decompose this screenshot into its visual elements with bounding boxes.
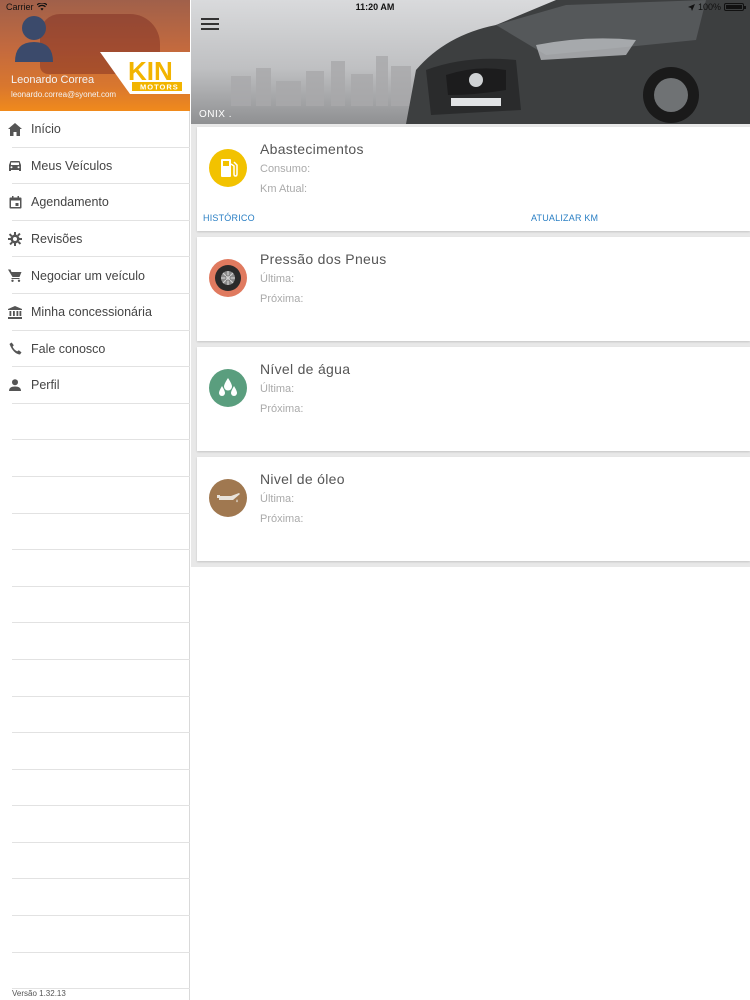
car-image <box>406 0 750 124</box>
gear-icon <box>8 232 22 247</box>
empty-row <box>0 806 190 843</box>
card-title: Nivel de óleo <box>260 471 345 487</box>
km-atual-label: Km Atual: <box>260 183 308 195</box>
status-bar: Carrier 11:20 AM 100% <box>0 0 750 14</box>
menu-item-perfil[interactable]: Perfil <box>0 367 190 404</box>
empty-row <box>0 770 190 807</box>
ultima-label: Última: <box>260 383 295 395</box>
menu-item-inicio[interactable]: Início <box>0 111 190 148</box>
menu-item-negociar-veiculo[interactable]: Negociar um veículo <box>0 257 190 294</box>
empty-row <box>0 477 190 514</box>
user-name: Leonardo Correa <box>11 74 95 86</box>
empty-row <box>0 916 190 953</box>
avatar[interactable] <box>15 14 53 62</box>
vehicle-name: ONIX . <box>199 109 233 120</box>
menu-item-label: Revisões <box>31 232 83 247</box>
menu-item-label: Negociar um veículo <box>31 268 145 283</box>
card-nivel-oleo[interactable]: Nivel de óleo Última: Próxima: <box>197 457 750 561</box>
car-icon <box>8 159 22 173</box>
menu-item-label: Fale conosco <box>31 341 106 356</box>
menu-item-label: Início <box>31 122 61 137</box>
menu-item-agendamento[interactable]: Agendamento <box>0 184 190 221</box>
water-drops-icon <box>209 369 247 407</box>
empty-row <box>0 879 190 916</box>
proxima-label: Próxima: <box>260 513 304 525</box>
kin-motors-logo: KIN MOTORS <box>100 52 190 94</box>
empty-row <box>0 404 190 441</box>
navigation-drawer: Leonardo Correa leonardo.correa@syonet.c… <box>0 0 190 1000</box>
vehicle-hero-image: ONIX . <box>191 0 750 124</box>
empty-row <box>0 733 190 770</box>
card-title: Pressão dos Pneus <box>260 251 387 267</box>
menu-item-label: Agendamento <box>31 195 109 210</box>
person-icon <box>8 378 22 392</box>
empty-row <box>0 550 190 587</box>
empty-row <box>0 587 190 624</box>
proxima-label: Próxima: <box>260 403 304 415</box>
card-abastecimentos[interactable]: Abastecimentos Consumo: Km Atual: HISTÓR… <box>197 127 750 231</box>
empty-row <box>0 514 190 551</box>
status-right: 100% <box>687 2 746 12</box>
maintenance-cards: Abastecimentos Consumo: Km Atual: HISTÓR… <box>191 124 750 567</box>
consumo-label: Consumo: <box>260 163 311 175</box>
card-nivel-agua[interactable]: Nível de água Última: Próxima: <box>197 347 750 451</box>
cart-icon <box>8 269 22 283</box>
menu-item-meus-veiculos[interactable]: Meus Veículos <box>0 148 190 185</box>
tire-icon <box>209 259 247 297</box>
ultima-label: Última: <box>260 273 295 285</box>
home-icon <box>8 122 22 136</box>
drawer-menu: Início Meus Veículos Agendamento Revisõe… <box>0 111 190 989</box>
menu-item-revisoes[interactable]: Revisões <box>0 221 190 258</box>
battery-icon <box>724 3 746 11</box>
atualizar-km-link[interactable]: ATUALIZAR KM <box>531 213 598 223</box>
menu-item-minha-concessionaria[interactable]: Minha concessionária <box>0 294 190 331</box>
battery-percent: 100% <box>697 2 721 12</box>
menu-item-fale-conosco[interactable]: Fale conosco <box>0 331 190 368</box>
card-title: Nível de água <box>260 361 351 377</box>
empty-row <box>0 843 190 880</box>
hamburger-menu-icon[interactable] <box>201 18 219 32</box>
svg-text:MOTORS: MOTORS <box>140 83 179 92</box>
menu-item-label: Perfil <box>31 378 60 393</box>
clock: 11:20 AM <box>355 2 395 12</box>
proxima-label: Próxima: <box>260 293 304 305</box>
card-title: Abastecimentos <box>260 141 364 157</box>
bank-icon <box>8 305 22 319</box>
fuel-icon <box>209 149 247 187</box>
card-pressao-pneus[interactable]: Pressão dos Pneus Última: Próxima: <box>197 237 750 341</box>
empty-row <box>0 697 190 734</box>
menu-item-label: Meus Veículos <box>31 158 113 173</box>
calendar-icon <box>8 195 22 209</box>
menu-item-label: Minha concessionária <box>31 305 152 320</box>
empty-row <box>0 660 190 697</box>
oil-can-icon <box>209 479 247 517</box>
location-arrow-icon <box>687 3 695 11</box>
empty-row <box>0 440 190 477</box>
empty-row <box>0 953 190 990</box>
svg-text:KIN: KIN <box>128 56 173 86</box>
historico-link[interactable]: HISTÓRICO <box>203 213 255 223</box>
empty-row <box>0 623 190 660</box>
drawer-header: Leonardo Correa leonardo.correa@syonet.c… <box>0 0 190 111</box>
ultima-label: Última: <box>260 493 295 505</box>
app-version: Versão 1.32.13 <box>12 989 66 998</box>
phone-icon <box>8 342 22 356</box>
